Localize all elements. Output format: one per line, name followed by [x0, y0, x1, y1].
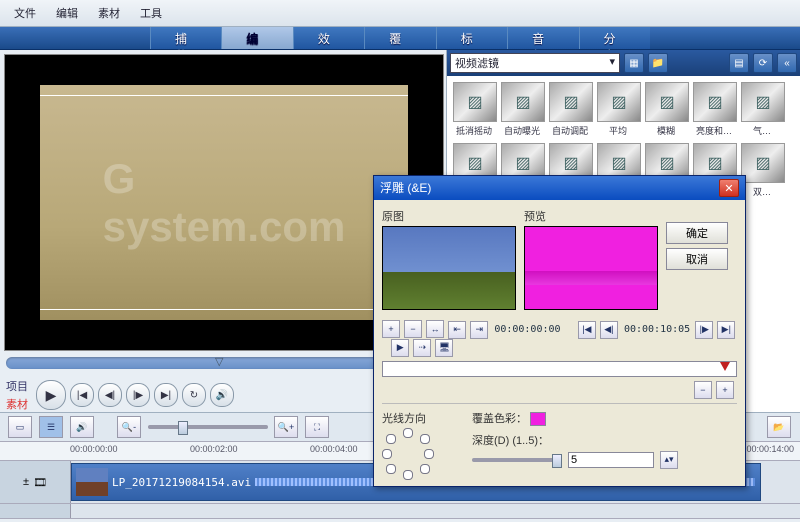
scrub-handle-icon[interactable]: ▽	[215, 355, 231, 371]
ruler-tick: 00:00:04:00	[310, 444, 358, 454]
filter-thumb[interactable]: ▨模糊	[645, 82, 687, 137]
tab-capture[interactable]: 捕获	[150, 27, 221, 49]
depth-spin-buttons[interactable]: ▴▾	[660, 451, 678, 469]
next-frame-button[interactable]: |▶	[126, 383, 150, 407]
prev-keyframe-icon[interactable]: ⇤	[448, 321, 466, 339]
filter-thumb[interactable]: ▨抵消摇动	[453, 82, 495, 137]
filter-thumb[interactable]: ▨自动调配	[549, 82, 591, 137]
light-direction-label: 光线方向	[382, 410, 432, 426]
dialog-titlebar[interactable]: 浮雕 (&E) ✕	[374, 176, 745, 200]
goto-end-icon[interactable]: ▶|	[717, 321, 735, 339]
tab-audio[interactable]: 音频	[507, 27, 578, 49]
menu-file[interactable]: 文件	[6, 3, 44, 23]
menu-edit[interactable]: 编辑	[48, 3, 86, 23]
timebar-zoomin-icon[interactable]: +	[716, 381, 734, 399]
filter-thumb[interactable]: ▨平均	[597, 82, 639, 137]
insert-media-icon[interactable]: 📂	[767, 416, 791, 438]
watermark: G system.com	[103, 155, 346, 251]
volume-button[interactable]: 🔊	[210, 383, 234, 407]
fit-project-icon[interactable]: ⛶	[305, 416, 329, 438]
original-image	[382, 226, 516, 310]
keyframe-timebar[interactable]	[382, 361, 737, 377]
tab-edit[interactable]: 编辑	[221, 27, 292, 49]
step-tabs: 捕获 编辑 效果 覆叠 标题 音频 分享	[0, 27, 800, 50]
storyboard-view-icon[interactable]: ▭	[8, 416, 32, 438]
close-icon[interactable]: ✕	[719, 179, 739, 197]
library-sort-icon[interactable]: ▤	[729, 53, 749, 73]
cover-color-label: 覆盖色彩：	[472, 413, 527, 425]
timeline-view-icon[interactable]: ☰	[39, 416, 63, 438]
light-direction-picker[interactable]	[382, 428, 432, 478]
goto-start-icon[interactable]: |◀	[578, 321, 596, 339]
tab-effect[interactable]: 效果	[293, 27, 364, 49]
cover-color-swatch[interactable]	[530, 412, 546, 426]
original-label: 原图	[382, 208, 516, 224]
filter-thumb[interactable]: ▨亮度和…	[693, 82, 735, 137]
zoom-slider[interactable]	[148, 425, 268, 429]
next-keyframe-icon[interactable]: ⇥	[470, 321, 488, 339]
add-keyframe-icon[interactable]: +	[382, 320, 400, 338]
zoom-out-icon[interactable]: 🔍-	[117, 416, 141, 438]
track-header: ± 🎞	[0, 461, 71, 503]
repeat-button[interactable]: ↻	[182, 383, 206, 407]
preview-label: 预览	[524, 208, 658, 224]
step-fwd-icon[interactable]: |▶	[695, 321, 713, 339]
home-button[interactable]: |◀	[70, 383, 94, 407]
ruler-tick: 00:00:00:00	[70, 444, 118, 454]
film-reel-icon: 🎞	[33, 476, 47, 489]
emboss-filter-dialog: 浮雕 (&E) ✕ 原图 预览 确定 取消 + − ↔ ⇤ ⇥ 00:00:00…	[373, 175, 746, 487]
position-timecode: 00:00:10:05	[624, 324, 690, 335]
gallery-icon[interactable]: ▦	[624, 53, 644, 73]
dialog-title: 浮雕 (&E)	[380, 179, 431, 197]
dialog-scrub-controls: + − ↔ ⇤ ⇥ 00:00:00:00 |◀ ◀| 00:00:10:05 …	[374, 318, 745, 359]
library-header: 视频滤镜▾ ▦ 📁 ▤ ⟳ «	[447, 50, 800, 76]
del-keyframe-icon[interactable]: −	[404, 320, 422, 338]
step-back-icon[interactable]: ◀|	[600, 321, 618, 339]
dialog-device-icon[interactable]: 🖥	[435, 339, 453, 357]
clip-filename: LP_20171219084154.avi	[112, 476, 251, 489]
library-category-select[interactable]: 视频滤镜▾	[450, 53, 620, 73]
transition-track	[0, 504, 800, 519]
library-collapse-icon[interactable]: «	[777, 53, 797, 73]
preview-image: G system.com	[40, 85, 408, 320]
clip-thumbnail	[76, 468, 108, 496]
start-timecode: 00:00:00:00	[494, 324, 560, 335]
ruler-tick: 00:00:02:00	[190, 444, 238, 454]
timebar-zoomout-icon[interactable]: −	[694, 381, 712, 399]
tab-overlay[interactable]: 覆叠	[364, 27, 435, 49]
filter-thumb[interactable]: ▨自动曝光	[501, 82, 543, 137]
play-button[interactable]: ▶	[36, 380, 66, 410]
menu-tool[interactable]: 工具	[132, 3, 170, 23]
ruler-tick: 00:00:14:00	[746, 444, 794, 454]
tab-share[interactable]: 分享	[579, 27, 650, 49]
end-button[interactable]: ▶|	[154, 383, 178, 407]
filter-thumb[interactable]: ▨双…	[741, 143, 783, 198]
depth-spinner[interactable]	[568, 452, 654, 468]
prev-frame-button[interactable]: ◀|	[98, 383, 122, 407]
dialog-play-icon[interactable]: ▶	[391, 339, 409, 357]
dialog-playrange-icon[interactable]: ⇢	[413, 339, 431, 357]
cancel-button[interactable]: 取消	[666, 248, 728, 270]
depth-label: 深度(D) (1..5)：	[472, 432, 679, 448]
ok-button[interactable]: 确定	[666, 222, 728, 244]
reverse-keyframe-icon[interactable]: ↔	[426, 320, 444, 338]
library-options-icon[interactable]: ⟳	[753, 53, 773, 73]
menu-bar: 文件 编辑 素材 工具	[0, 0, 800, 27]
keyframe-marker-icon[interactable]	[720, 362, 730, 371]
mode-clip[interactable]: 素材	[6, 395, 28, 413]
zoom-in-icon[interactable]: 🔍+	[274, 416, 298, 438]
mode-project[interactable]: 项目	[6, 377, 28, 395]
audio-view-icon[interactable]: 🔊	[70, 416, 94, 438]
tab-title[interactable]: 标题	[436, 27, 507, 49]
folder-icon[interactable]: 📁	[648, 53, 668, 73]
filter-thumb[interactable]: ▨气…	[741, 82, 783, 137]
depth-slider[interactable]	[472, 458, 562, 462]
insert-clip-icon[interactable]: ±	[23, 476, 29, 488]
preview-image	[524, 226, 658, 310]
menu-clip[interactable]: 素材	[90, 3, 128, 23]
